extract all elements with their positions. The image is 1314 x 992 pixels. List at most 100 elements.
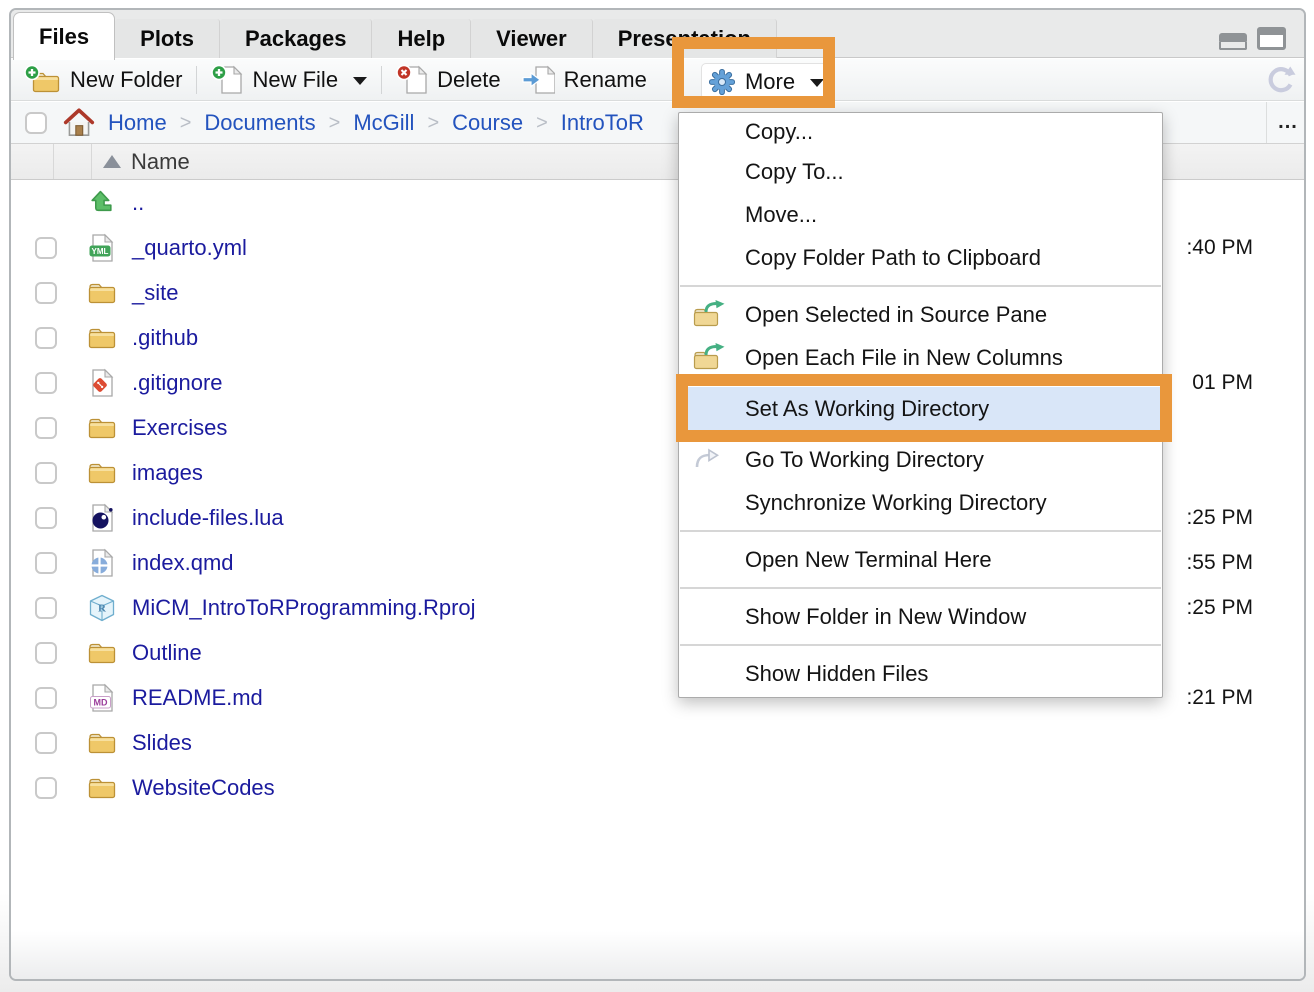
file-icon-cell bbox=[86, 414, 118, 441]
new-folder-label: New Folder bbox=[70, 67, 182, 93]
annotation-box-set-as-working-directory bbox=[676, 374, 1172, 442]
file-icon-cell bbox=[86, 503, 118, 533]
tab-viewer[interactable]: Viewer bbox=[471, 19, 593, 58]
rproj-icon: R bbox=[87, 593, 117, 623]
minimize-pane-icon[interactable] bbox=[1219, 33, 1247, 50]
delete-button[interactable]: Delete bbox=[396, 64, 501, 95]
menu-item-label: Copy Folder Path to Clipboard bbox=[745, 245, 1041, 271]
home-icon[interactable] bbox=[62, 106, 96, 140]
file-checkbox[interactable] bbox=[35, 462, 57, 484]
rename-button[interactable]: Rename bbox=[521, 65, 647, 95]
folder-icon bbox=[87, 414, 117, 441]
menu-item-copy-folder-path-to-clipboard[interactable]: Copy Folder Path to Clipboard bbox=[679, 236, 1162, 279]
menu-item-show-hidden-files[interactable]: Show Hidden Files bbox=[679, 652, 1162, 695]
qmd-icon bbox=[88, 548, 116, 578]
menu-item-open-new-terminal-here[interactable]: Open New Terminal Here bbox=[679, 538, 1162, 581]
new-file-button[interactable]: New File bbox=[211, 64, 367, 95]
menu-separator bbox=[680, 644, 1161, 646]
menu-item-move[interactable]: Move... bbox=[679, 193, 1162, 236]
menu-item-label: Move... bbox=[745, 202, 817, 228]
tab-help[interactable]: Help bbox=[372, 19, 471, 58]
tab-packages[interactable]: Packages bbox=[220, 19, 373, 58]
file-link[interactable]: index.qmd bbox=[132, 550, 234, 576]
file-link[interactable]: _quarto.yml bbox=[132, 235, 247, 261]
folder-icon bbox=[87, 324, 117, 351]
new-file-icon bbox=[211, 64, 243, 95]
breadcrumb-documents[interactable]: Documents bbox=[204, 110, 315, 136]
checkbox-cell bbox=[35, 552, 58, 574]
sort-ascending-icon bbox=[103, 155, 121, 168]
file-link[interactable]: .gitignore bbox=[132, 370, 223, 396]
breadcrumb-overflow-button[interactable]: ... bbox=[1271, 102, 1305, 143]
file-link[interactable]: Exercises bbox=[132, 415, 227, 441]
file-checkbox[interactable] bbox=[35, 417, 57, 439]
annotation-box-more-button bbox=[672, 37, 835, 108]
file-link[interactable]: Slides bbox=[132, 730, 192, 756]
name-column-header[interactable]: Name bbox=[103, 144, 190, 179]
menu-item-synchronize-working-directory[interactable]: Synchronize Working Directory bbox=[679, 481, 1162, 524]
file-icon-cell bbox=[86, 368, 118, 398]
file-link[interactable]: WebsiteCodes bbox=[132, 775, 275, 801]
file-icon-cell: YML bbox=[86, 233, 118, 263]
menu-item-go-to-working-directory[interactable]: Go To Working Directory bbox=[679, 438, 1162, 481]
file-row: Slides bbox=[11, 720, 1304, 765]
column-divider bbox=[53, 144, 54, 179]
file-modified-time: :55 PM bbox=[1186, 551, 1253, 575]
breadcrumb-course[interactable]: Course bbox=[452, 110, 523, 136]
file-checkbox[interactable] bbox=[35, 687, 57, 709]
file-checkbox[interactable] bbox=[35, 372, 57, 394]
menu-item-show-folder-in-new-window[interactable]: Show Folder in New Window bbox=[679, 595, 1162, 638]
file-row: WebsiteCodes bbox=[11, 765, 1304, 810]
tab-files[interactable]: Files bbox=[13, 12, 115, 60]
refresh-icon[interactable] bbox=[1264, 63, 1298, 97]
checkbox-cell bbox=[35, 777, 58, 799]
file-checkbox[interactable] bbox=[35, 237, 57, 259]
file-link[interactable]: README.md bbox=[132, 685, 263, 711]
menu-item-copy-to[interactable]: Copy To... bbox=[679, 150, 1162, 193]
file-checkbox[interactable] bbox=[35, 282, 57, 304]
file-checkbox[interactable] bbox=[35, 777, 57, 799]
name-column-label: Name bbox=[131, 149, 190, 175]
goto-arrow-icon bbox=[692, 446, 724, 474]
chevron-down-icon bbox=[353, 77, 367, 85]
breadcrumb-chevron-icon: > bbox=[536, 112, 548, 135]
breadcrumb-introtor[interactable]: IntroToR bbox=[561, 110, 644, 136]
new-folder-button[interactable]: New Folder bbox=[24, 64, 182, 95]
folder-icon bbox=[87, 729, 117, 756]
folder-icon bbox=[87, 459, 117, 486]
git-icon bbox=[88, 368, 116, 398]
select-all-checkbox[interactable] bbox=[25, 112, 47, 134]
menu-item-label: Show Hidden Files bbox=[745, 661, 928, 687]
file-link[interactable]: images bbox=[132, 460, 203, 486]
lua-icon bbox=[88, 503, 116, 533]
file-icon-cell bbox=[86, 324, 118, 351]
file-checkbox[interactable] bbox=[35, 642, 57, 664]
file-link[interactable]: _site bbox=[132, 280, 178, 306]
menu-item-label: Copy To... bbox=[745, 159, 844, 185]
file-modified-time: :25 PM bbox=[1186, 596, 1253, 620]
maximize-pane-icon[interactable] bbox=[1257, 27, 1286, 50]
tab-plots[interactable]: Plots bbox=[115, 19, 220, 58]
file-link[interactable]: include-files.lua bbox=[132, 505, 284, 531]
file-checkbox[interactable] bbox=[35, 327, 57, 349]
file-icon-cell: MD bbox=[86, 683, 118, 713]
breadcrumb-mcgill[interactable]: McGill bbox=[353, 110, 414, 136]
file-modified-time: :21 PM bbox=[1186, 686, 1253, 710]
file-checkbox[interactable] bbox=[35, 552, 57, 574]
file-checkbox[interactable] bbox=[35, 732, 57, 754]
file-checkbox[interactable] bbox=[35, 507, 57, 529]
menu-item-open-each-file-in-new-columns[interactable]: Open Each File in New Columns bbox=[679, 336, 1162, 379]
menu-item-copy[interactable]: Copy... bbox=[679, 114, 1162, 150]
file-checkbox[interactable] bbox=[35, 597, 57, 619]
file-link[interactable]: MiCM_IntroToRProgramming.Rproj bbox=[132, 595, 476, 621]
file-link[interactable]: .. bbox=[132, 190, 144, 216]
checkbox-cell bbox=[35, 372, 58, 394]
menu-item-open-selected-in-source-pane[interactable]: Open Selected in Source Pane bbox=[679, 293, 1162, 336]
checkbox-cell bbox=[35, 417, 58, 439]
file-link[interactable]: .github bbox=[132, 325, 198, 351]
breadcrumb: Home>Documents>McGill>Course>IntroToR bbox=[108, 110, 644, 136]
file-link[interactable]: Outline bbox=[132, 640, 202, 666]
file-icon-cell bbox=[86, 639, 118, 666]
file-icon-cell bbox=[86, 774, 118, 801]
breadcrumb-home[interactable]: Home bbox=[108, 110, 167, 136]
